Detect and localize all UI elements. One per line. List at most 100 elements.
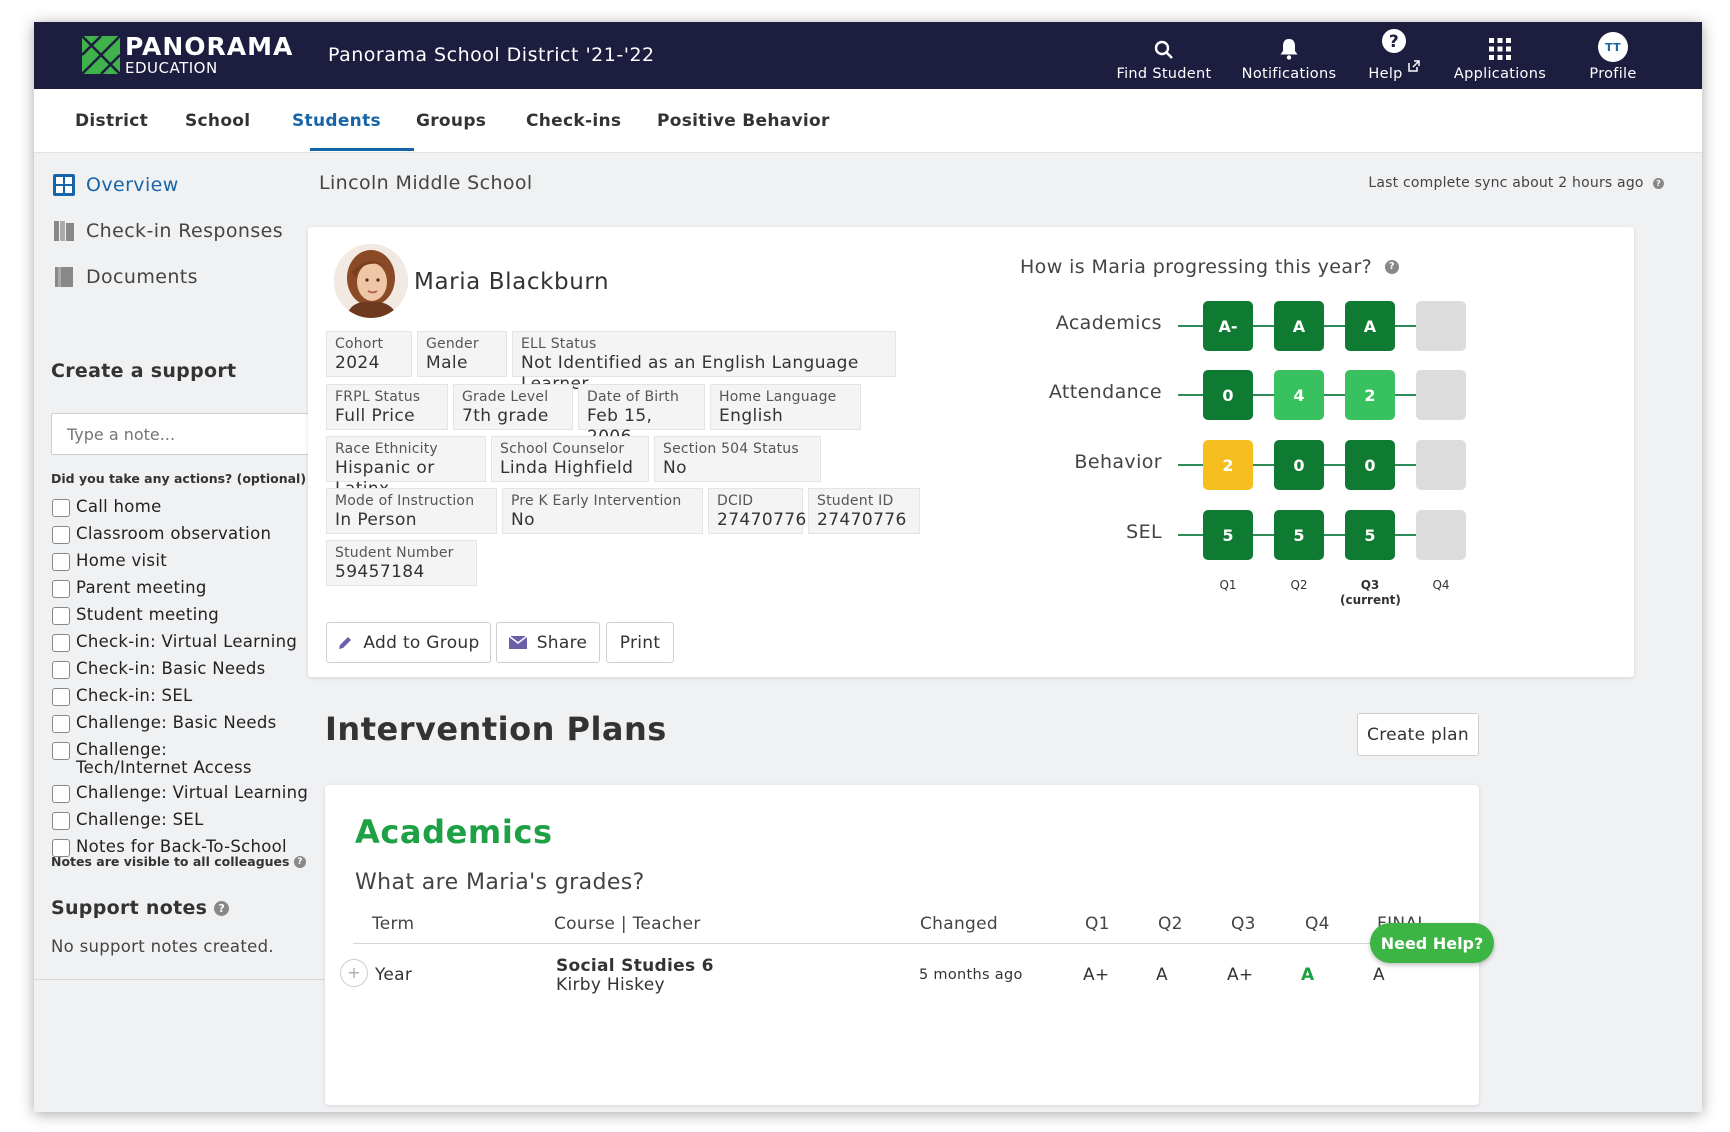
- panorama-logo-icon: [81, 35, 121, 75]
- action-checkbox-checkin-virtual-learning[interactable]: Check-in: Virtual Learning: [52, 633, 297, 652]
- checkbox-box[interactable]: [52, 785, 70, 803]
- progress-cell[interactable]: 5: [1274, 510, 1324, 560]
- checkbox-box[interactable]: [52, 715, 70, 733]
- progress-cell[interactable]: 5: [1203, 510, 1253, 560]
- action-checkbox-student-meeting[interactable]: Student meeting: [52, 606, 219, 625]
- action-checkbox-checkin-basic-needs[interactable]: Check-in: Basic Needs: [52, 660, 266, 679]
- action-checkbox-classroom-observation[interactable]: Classroom observation: [52, 525, 271, 544]
- add-to-group-button[interactable]: Add to Group: [326, 622, 491, 663]
- quarter-label: Q4: [1432, 578, 1450, 592]
- progress-cell[interactable]: [1416, 510, 1466, 560]
- progress-cell[interactable]: 0: [1203, 370, 1253, 420]
- progress-cell[interactable]: [1416, 301, 1466, 351]
- field-label: Section 504 Status: [663, 441, 799, 457]
- checkbox-box[interactable]: [52, 499, 70, 517]
- checkbox-label: Challenge: SEL: [76, 810, 204, 829]
- tab-check-ins[interactable]: Check-ins: [526, 89, 621, 153]
- progress-cell[interactable]: 5: [1345, 510, 1395, 560]
- create-plan-button[interactable]: Create plan: [1357, 713, 1479, 756]
- col-header-q2[interactable]: Q2: [1158, 914, 1183, 934]
- visibility-note: Notes are visible to all colleagues ?: [51, 854, 306, 869]
- progress-cell[interactable]: [1416, 440, 1466, 490]
- col-header-course-teacher[interactable]: Course | Teacher: [554, 914, 701, 934]
- applications-label: Applications: [1453, 66, 1547, 82]
- print-button[interactable]: Print: [606, 622, 674, 663]
- checkbox-label: Parent meeting: [76, 578, 207, 597]
- need-help-button[interactable]: Need Help?: [1370, 923, 1494, 963]
- progress-cell[interactable]: [1416, 370, 1466, 420]
- help-label: Help: [1368, 60, 1420, 82]
- quarter-label: Q2: [1290, 578, 1308, 592]
- field-value: No: [663, 458, 687, 478]
- checkbox-label: Challenge: Basic Needs: [76, 713, 277, 732]
- col-header-q4[interactable]: Q4: [1305, 914, 1330, 934]
- notifications-button[interactable]: Notifications: [1226, 22, 1352, 89]
- note-input[interactable]: [51, 413, 321, 455]
- logo-sub-text: EDUCATION: [125, 59, 218, 77]
- action-checkbox-checkin-sel[interactable]: Check-in: SEL: [52, 687, 193, 706]
- progress-cell[interactable]: 2: [1203, 440, 1253, 490]
- tab-district[interactable]: District: [75, 89, 148, 153]
- col-header-q3[interactable]: Q3: [1231, 914, 1256, 934]
- help-icon[interactable]: ?: [214, 900, 230, 916]
- action-checkbox-challenge-sel[interactable]: Challenge: SEL: [52, 811, 204, 830]
- action-checkbox-call-home[interactable]: Call home: [52, 498, 162, 517]
- sidebar-item-check-in-responses[interactable]: Check-in Responses: [52, 219, 283, 243]
- field-frpl-status: FRPL Status Full Price: [326, 384, 448, 430]
- profile-button[interactable]: TT Profile: [1564, 22, 1662, 89]
- progress-title: How is Maria progressing this year? ?: [1020, 256, 1400, 278]
- academics-plan-card: Academics What are Maria's grades? Term …: [325, 785, 1479, 1105]
- col-header-term[interactable]: Term: [372, 914, 414, 934]
- sidebar-item-overview[interactable]: Overview: [52, 173, 179, 197]
- sidebar-item-documents[interactable]: Documents: [52, 265, 198, 289]
- action-checkbox-challenge-basic-needs[interactable]: Challenge: Basic Needs: [52, 714, 277, 733]
- progress-cell[interactable]: 2: [1345, 370, 1395, 420]
- sync-status: Last complete sync about 2 hours ago ?: [1368, 175, 1664, 191]
- field-label: Student ID: [817, 493, 894, 509]
- tab-positive-behavior[interactable]: Positive Behavior: [657, 89, 830, 153]
- progress-cell[interactable]: A-: [1203, 301, 1253, 351]
- checkbox-box[interactable]: [52, 634, 70, 652]
- logo-main-text: PANORAMA: [125, 32, 294, 61]
- checkbox-box[interactable]: [52, 607, 70, 625]
- help-icon[interactable]: ?: [1653, 177, 1664, 189]
- checkbox-box[interactable]: [52, 661, 70, 679]
- action-checkbox-challenge-tech-internet[interactable]: Challenge: Tech/Internet Access: [52, 741, 282, 777]
- share-button[interactable]: Share: [496, 622, 600, 663]
- checkbox-box[interactable]: [52, 688, 70, 706]
- applications-button[interactable]: Applications: [1436, 22, 1564, 89]
- action-checkbox-home-visit[interactable]: Home visit: [52, 552, 167, 571]
- help-icon[interactable]: ?: [1385, 260, 1400, 274]
- checkbox-box[interactable]: [52, 742, 70, 760]
- progress-cell[interactable]: 4: [1274, 370, 1324, 420]
- col-header-q1[interactable]: Q1: [1085, 914, 1110, 934]
- active-tab-indicator: [310, 148, 414, 151]
- field-pre-k-intervention: Pre K Early Intervention No: [502, 488, 703, 534]
- notifications-label: Notifications: [1241, 66, 1337, 82]
- quarter-label: Q3 (current): [1340, 578, 1401, 607]
- svg-text:?: ?: [1389, 32, 1399, 52]
- cell-final: A: [1373, 965, 1385, 985]
- help-button[interactable]: ? Help: [1352, 22, 1436, 89]
- expand-row-icon[interactable]: +: [340, 959, 368, 987]
- checkbox-box[interactable]: [52, 580, 70, 598]
- progress-cell[interactable]: A: [1345, 301, 1395, 351]
- tab-students[interactable]: Students: [292, 89, 381, 153]
- action-checkbox-challenge-virtual-learning[interactable]: Challenge: Virtual Learning: [52, 784, 308, 803]
- progress-cell[interactable]: A: [1274, 301, 1324, 351]
- tab-groups[interactable]: Groups: [416, 89, 486, 153]
- checkbox-box[interactable]: [52, 526, 70, 544]
- col-header-changed[interactable]: Changed: [920, 914, 998, 934]
- checkbox-label: Home visit: [76, 551, 167, 570]
- progress-cell[interactable]: 0: [1274, 440, 1324, 490]
- tab-school[interactable]: School: [185, 89, 250, 153]
- sidebar: Overview Check-in Responses Documents Cr…: [34, 153, 340, 1112]
- checkbox-box[interactable]: [52, 812, 70, 830]
- panorama-logo[interactable]: PANORAMA EDUCATION: [81, 34, 293, 76]
- checkbox-box[interactable]: [52, 553, 70, 571]
- find-student-button[interactable]: Find Student: [1102, 22, 1226, 89]
- button-label: Share: [536, 632, 588, 653]
- action-checkbox-parent-meeting[interactable]: Parent meeting: [52, 579, 207, 598]
- progress-cell[interactable]: 0: [1345, 440, 1395, 490]
- help-icon[interactable]: ?: [293, 855, 306, 868]
